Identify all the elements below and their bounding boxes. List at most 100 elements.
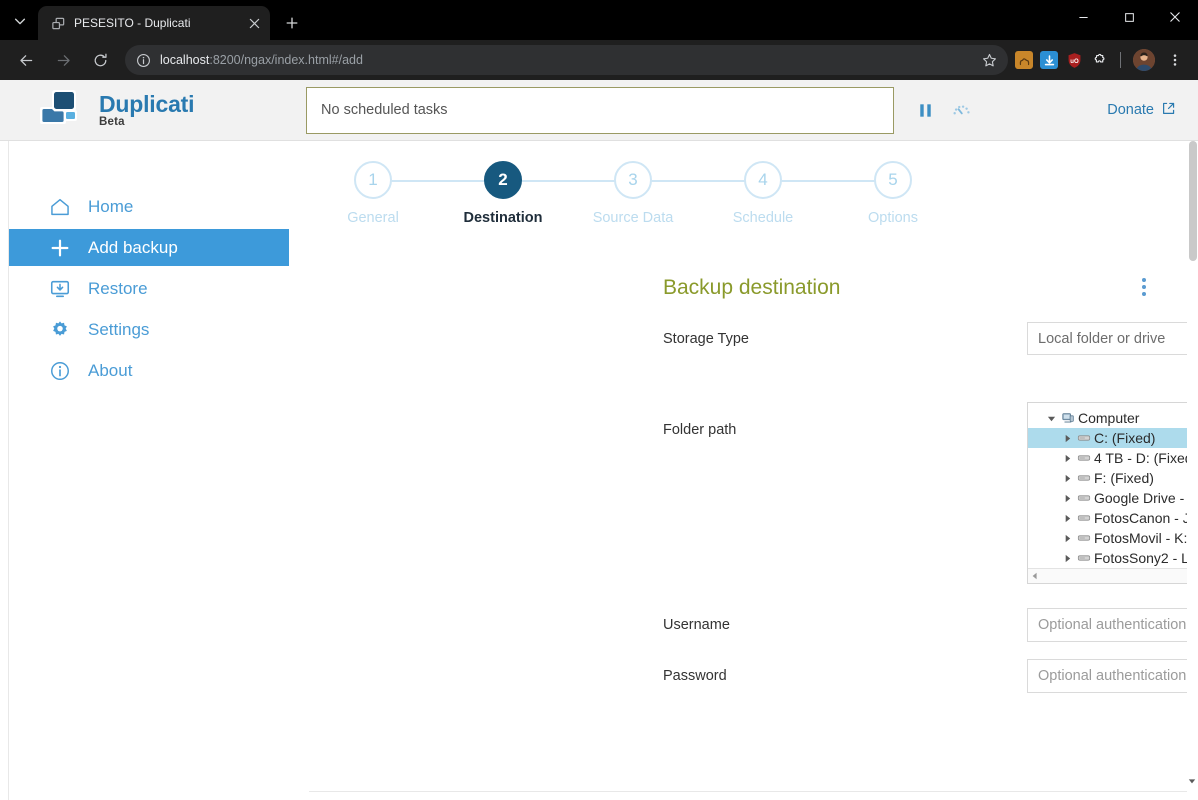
tree-node-label: Google Drive - G: (Fixed) (1094, 490, 1198, 506)
username-label-wrap: Username (299, 617, 1027, 633)
url-rest: :8200/ngax/index.html#/add (209, 53, 363, 67)
password-placeholder: Optional authentication password (1038, 668, 1198, 684)
sidebar-item-home[interactable]: Home (9, 188, 299, 225)
page-scrollbar[interactable] (1187, 141, 1198, 800)
step-destination[interactable]: 2 Destination (438, 161, 633, 226)
window-controls (1060, 0, 1198, 34)
page-scrollbar-thumb[interactable] (1189, 141, 1197, 261)
tree-node-fotosmovil[interactable]: FotosMovil - K: (Network) (1028, 528, 1198, 548)
username-placeholder: Optional authentication username (1038, 617, 1198, 633)
storage-type-select[interactable]: Local folder or drive (1027, 322, 1198, 355)
speedometer-icon[interactable] (951, 101, 973, 120)
step-source-data[interactable]: 3 Source Data (568, 161, 763, 226)
drive-icon (1074, 531, 1094, 545)
chevron-down-icon[interactable] (1044, 414, 1058, 423)
folder-tree[interactable]: Computer C: (Fixed) 4 TB - D: (Fixed) F:… (1027, 402, 1198, 584)
bookmark-star-icon[interactable] (976, 47, 1002, 73)
tree-node-d-drive[interactable]: 4 TB - D: (Fixed) (1028, 448, 1198, 468)
folder-path-label-wrap: Folder path (299, 367, 1027, 438)
tree-node-label: Computer (1078, 410, 1140, 426)
back-arrow-icon[interactable] (11, 45, 41, 75)
user-avatar[interactable] (1133, 49, 1155, 71)
tree-node-label: 4 TB - D: (Fixed) (1094, 450, 1198, 466)
extensions-puzzle-icon[interactable] (1090, 51, 1108, 69)
donate-label: Donate (1107, 102, 1154, 118)
new-tab-button[interactable] (278, 9, 306, 37)
sidebar-item-label: Add backup (88, 237, 178, 257)
forward-arrow-icon[interactable] (48, 45, 78, 75)
tree-node-computer[interactable]: Computer (1028, 408, 1198, 428)
folder-path-label: Folder path (663, 422, 737, 438)
header-actions (916, 101, 973, 120)
chevron-right-icon[interactable] (1060, 534, 1074, 543)
ublock-origin-extension-icon[interactable]: uO (1065, 51, 1083, 69)
step-number: 5 (874, 161, 912, 199)
camel-extension-icon[interactable] (1015, 51, 1033, 69)
left-gutter (0, 141, 9, 800)
window-close-icon[interactable] (1152, 0, 1198, 34)
tree-node-google-drive[interactable]: Google Drive - G: (Fixed) (1028, 488, 1198, 508)
chevron-right-icon[interactable] (1060, 454, 1074, 463)
password-row: Password Optional authentication passwor… (299, 659, 1198, 693)
tree-node-fotossony2[interactable]: FotosSony2 - L: (Network) (1028, 548, 1198, 568)
duplicati-window-icon (50, 15, 66, 31)
tab-title: PESESITO - Duplicati (74, 16, 191, 30)
username-input[interactable]: Optional authentication username (1027, 608, 1198, 642)
chevron-right-icon[interactable] (1060, 494, 1074, 503)
step-general[interactable]: 1 General (308, 161, 503, 226)
close-icon[interactable] (246, 15, 262, 31)
step-schedule[interactable]: 4 Schedule (698, 161, 893, 226)
chevron-right-icon[interactable] (1060, 434, 1074, 443)
app-brand[interactable]: Duplicati Beta (38, 88, 306, 132)
drive-icon (1074, 511, 1094, 525)
step-label: Destination (463, 210, 543, 226)
button-row: Test connection (1027, 757, 1198, 787)
browser-tab[interactable]: PESESITO - Duplicati (38, 6, 270, 40)
step-number: 1 (354, 161, 392, 199)
password-label-wrap: Password (299, 668, 1027, 684)
drive-icon (1074, 551, 1094, 565)
drive-icon (1074, 451, 1094, 465)
chevron-right-icon[interactable] (1060, 514, 1074, 523)
drive-icon (1074, 471, 1094, 485)
svg-text:uO: uO (1070, 58, 1079, 64)
password-input[interactable]: Optional authentication password (1027, 659, 1198, 693)
password-label: Password (663, 668, 727, 684)
storage-type-row: Storage Type Local folder or drive (299, 322, 1198, 355)
browser-window: PESESITO - Duplicati localhost:8200/ngax… (0, 0, 1198, 800)
sidebar-item-settings[interactable]: Settings (9, 311, 299, 348)
step-number: 4 (744, 161, 782, 199)
minimize-icon[interactable] (1060, 0, 1106, 34)
step-options[interactable]: 5 Options (828, 161, 958, 226)
address-bar[interactable]: localhost:8200/ngax/index.html#/add (125, 45, 1008, 75)
sidebar-item-restore[interactable]: Restore (9, 270, 299, 307)
download-manager-extension-icon[interactable] (1040, 51, 1058, 69)
pause-icon[interactable] (916, 101, 935, 120)
tree-node-f-drive[interactable]: F: (Fixed) (1028, 468, 1198, 488)
sidebar-item-add-backup[interactable]: Add backup (9, 229, 289, 266)
tree-node-c-drive[interactable]: C: (Fixed) (1028, 428, 1198, 448)
chevron-right-icon[interactable] (1060, 554, 1074, 563)
tab-search-icon[interactable] (6, 7, 34, 35)
sidebar-item-about[interactable]: About (9, 352, 299, 389)
external-link-icon (1161, 101, 1176, 120)
step-label: General (347, 210, 399, 226)
site-info-icon[interactable] (135, 52, 152, 69)
drive-icon (1074, 431, 1094, 445)
duplicati-logo-icon (38, 88, 86, 132)
maximize-icon[interactable] (1106, 0, 1152, 34)
chevron-right-icon[interactable] (1060, 474, 1074, 483)
reload-icon[interactable] (85, 45, 115, 75)
step-number: 3 (614, 161, 652, 199)
scroll-left-arrow-icon[interactable] (1031, 567, 1039, 583)
tree-horizontal-scrollbar[interactable] (1028, 568, 1198, 583)
sidebar-item-label: Settings (88, 319, 150, 339)
page-scroll-down-arrow-icon[interactable] (1188, 772, 1196, 790)
donate-link[interactable]: Donate (1107, 101, 1176, 120)
vertical-dots-menu-icon[interactable] (1142, 278, 1146, 296)
storage-type-label-wrap: Storage Type (299, 331, 1027, 347)
tree-node-label: FotosMovil - K: (Network) (1094, 530, 1198, 546)
tree-node-fotoscanon[interactable]: FotosCanon - J: (Network) (1028, 508, 1198, 528)
three-dot-menu-icon[interactable] (1162, 46, 1188, 74)
tree-node-label: FotosSony2 - L: (Network) (1094, 550, 1198, 566)
